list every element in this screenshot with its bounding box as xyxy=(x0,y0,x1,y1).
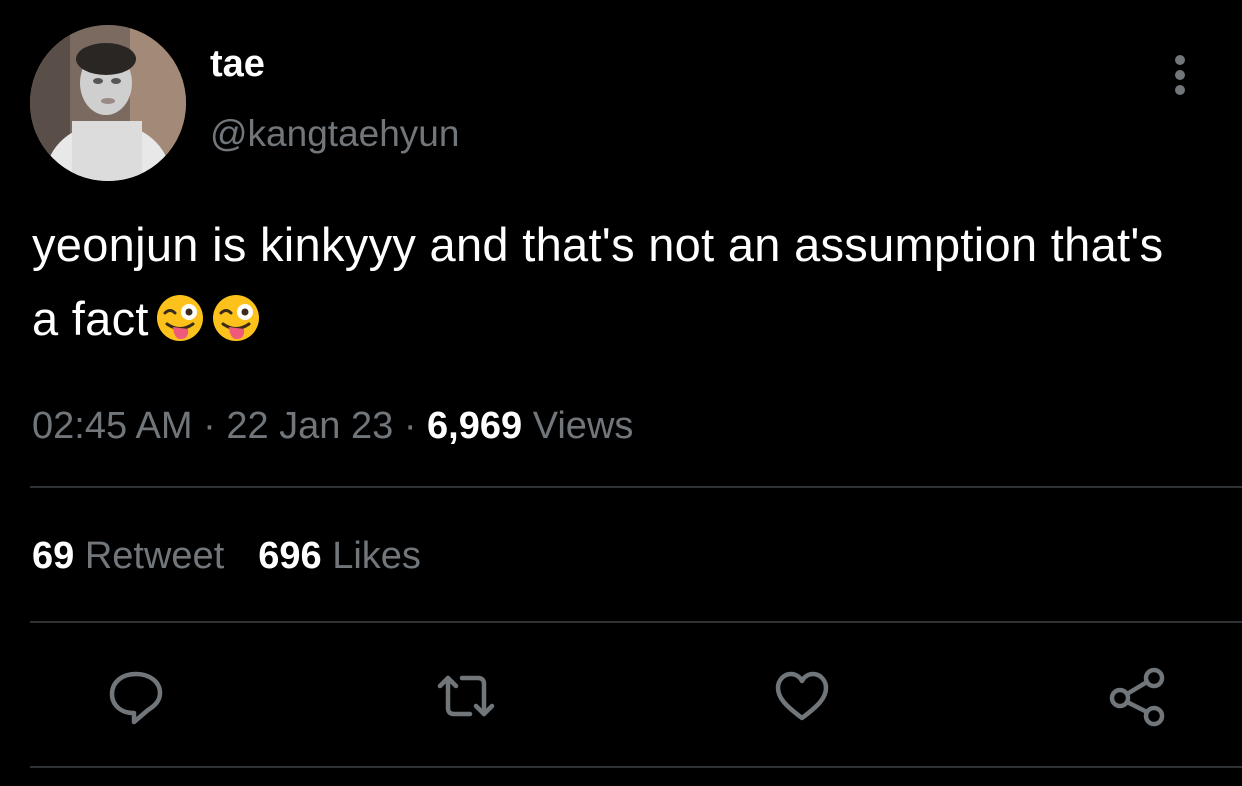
avatar[interactable] xyxy=(30,25,186,181)
tweet-time[interactable]: 02:45 AM xyxy=(32,405,193,447)
more-options-button[interactable] xyxy=(1160,52,1200,98)
tweet-date[interactable]: 22 Jan 23 xyxy=(226,405,393,447)
retweets-stat[interactable]: 69 Retweet xyxy=(32,532,224,580)
divider xyxy=(30,766,1242,768)
likes-stat[interactable]: 696 Likes xyxy=(258,532,421,580)
winking-face-with-tongue-emoji xyxy=(211,290,261,341)
likes-label: Likes xyxy=(332,535,421,577)
meta-separator: · xyxy=(393,405,428,447)
tweet-text: yeonjun is kinkyyy and that's not an ass… xyxy=(32,208,1182,356)
winking-face-with-tongue-emoji xyxy=(155,290,205,341)
views-label: Views xyxy=(532,405,634,447)
author-handle[interactable]: @kangtaehyun xyxy=(210,112,459,156)
reply-button[interactable] xyxy=(104,664,168,728)
avatar-photo xyxy=(30,25,186,181)
views-count: 6,969 xyxy=(427,405,523,447)
retweet-icon xyxy=(437,675,495,717)
vertical-ellipsis-icon xyxy=(1175,55,1185,95)
retweets-count: 69 xyxy=(32,535,75,577)
like-icon xyxy=(775,671,829,721)
like-button[interactable] xyxy=(770,664,834,728)
author-display-name[interactable]: tae xyxy=(210,42,265,86)
divider xyxy=(30,621,1242,623)
retweets-label: Retweet xyxy=(84,535,225,577)
likes-count: 696 xyxy=(258,535,322,577)
reply-icon xyxy=(109,671,163,725)
tweet-stats: 69 Retweet 696 Likes xyxy=(32,532,421,580)
share-button[interactable] xyxy=(1106,664,1170,728)
divider xyxy=(30,486,1242,488)
share-icon xyxy=(1109,667,1165,727)
tweet-meta: 02:45 AM · 22 Jan 23 · 6,969 Views xyxy=(32,402,633,450)
meta-separator: · xyxy=(192,405,227,447)
retweet-button[interactable] xyxy=(434,664,498,728)
